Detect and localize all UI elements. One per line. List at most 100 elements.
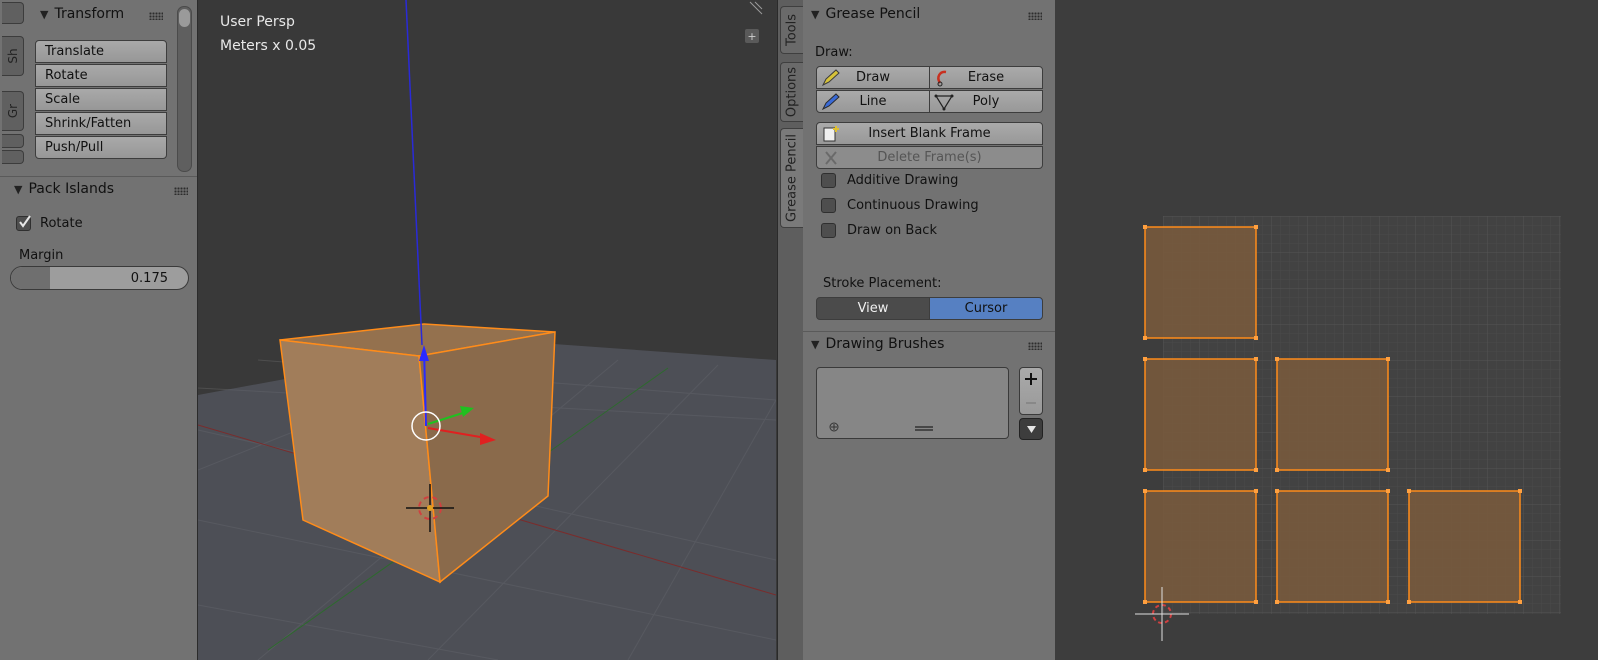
drawing-brushes-panel-header[interactable]: ▼ Drawing Brushes: [811, 336, 944, 352]
tool-shelf-tab-shading[interactable]: Sh: [2, 36, 24, 76]
drawing-brushes-title: Drawing Brushes: [825, 336, 945, 352]
additive-drawing-checkbox[interactable]: [821, 173, 836, 188]
scrollbar-thumb[interactable]: [179, 9, 190, 27]
push-pull-button[interactable]: Push/Pull: [35, 136, 167, 159]
draw-on-back-checkbox[interactable]: [821, 223, 836, 238]
tool-shelf-tab-blank[interactable]: [2, 2, 24, 24]
tab-tools[interactable]: Tools: [780, 6, 803, 54]
checkmark-icon: [19, 215, 31, 228]
shrink-fatten-button[interactable]: Shrink/Fatten: [35, 112, 167, 135]
uv-vertex: [1386, 468, 1390, 472]
uv-vertex: [1275, 357, 1279, 361]
draw-button[interactable]: Draw: [816, 66, 930, 89]
rotate-checkbox-row[interactable]: Rotate: [16, 215, 83, 231]
area-split-handle-icon: [749, 1, 763, 15]
erase-button[interactable]: Erase: [929, 66, 1043, 89]
uv-vertex: [1143, 489, 1147, 493]
minus-icon[interactable]: [1020, 392, 1042, 414]
uv-vertex: [1386, 600, 1390, 604]
tool-shelf-scrollbar[interactable]: [177, 6, 192, 172]
uv-vertex: [1386, 489, 1390, 493]
brush-list-buttons: [1019, 367, 1043, 415]
placement-cursor-button[interactable]: Cursor: [929, 297, 1043, 320]
delete-frames-button[interactable]: Delete Frame(s): [816, 146, 1043, 169]
delete-x-icon: [825, 151, 837, 165]
uv-island-face: [1276, 358, 1389, 471]
uv-editor[interactable]: [1055, 0, 1598, 660]
translate-button[interactable]: Translate: [35, 40, 167, 63]
pencil-icon: [821, 69, 840, 87]
pack-islands-title: Pack Islands: [28, 181, 115, 197]
uv-vertex: [1254, 489, 1258, 493]
tool-properties-region: Tools Options Grease Pencil ▼ Grease Pen…: [777, 0, 1055, 660]
uv-vertex: [1254, 600, 1258, 604]
panel-grip-icon[interactable]: [174, 187, 188, 195]
panel-grip-icon[interactable]: [1028, 12, 1042, 20]
continuous-drawing-label: Continuous Drawing: [847, 198, 979, 213]
uv-island-face: [1144, 226, 1257, 339]
units-label: Meters x 0.05: [220, 38, 317, 54]
panel-grip-icon[interactable]: [1028, 342, 1042, 350]
rotate-checkbox-label: Rotate: [40, 216, 83, 231]
uv-vertex: [1386, 357, 1390, 361]
new-frame-icon: [823, 126, 839, 142]
uv-vertex: [1518, 600, 1522, 604]
collapse-triangle-icon: ▼: [811, 337, 820, 351]
uv-vertex: [1143, 336, 1147, 340]
poly-button[interactable]: Poly: [929, 90, 1043, 113]
continuous-drawing-option[interactable]: Continuous Drawing: [821, 198, 979, 213]
uv-vertex: [1254, 225, 1258, 229]
continuous-drawing-checkbox[interactable]: [821, 198, 836, 213]
additive-drawing-option[interactable]: Additive Drawing: [821, 173, 958, 188]
rotate-button[interactable]: Rotate: [35, 64, 167, 87]
line-pencil-icon: [821, 93, 840, 111]
pack-islands-panel-header[interactable]: ▼ Pack Islands: [14, 181, 114, 197]
brush-list[interactable]: [816, 367, 1009, 439]
grease-pencil-panel-header[interactable]: ▼ Grease Pencil: [811, 6, 920, 22]
list-resize-grip-icon[interactable]: [914, 425, 934, 433]
transform-panel-title: Transform: [54, 6, 125, 22]
svg-text:+: +: [747, 30, 756, 43]
uv-vertex: [1518, 489, 1522, 493]
tool-shelf-tab-extra-2[interactable]: [2, 150, 24, 164]
tool-shelf-tab-extra-1[interactable]: [2, 134, 24, 148]
uv-vertex: [1275, 489, 1279, 493]
margin-slider[interactable]: 0.175: [10, 266, 189, 290]
grease-pencil-title: Grease Pencil: [825, 6, 921, 22]
uv-canvas: [1135, 216, 1561, 641]
scale-button[interactable]: Scale: [35, 88, 167, 111]
poly-icon: [934, 94, 954, 111]
insert-blank-frame-button[interactable]: Insert Blank Frame: [816, 122, 1043, 145]
dropdown-arrow-icon: [1027, 426, 1036, 433]
uv-vertex: [1407, 600, 1411, 604]
viewport-scene: +: [198, 0, 776, 660]
brush-specials-menu-button[interactable]: [1019, 418, 1043, 440]
transform-panel-header[interactable]: ▼ Transform: [40, 6, 124, 22]
margin-label: Margin: [19, 248, 64, 263]
3d-viewport[interactable]: + User Persp Meters x 0.05: [198, 0, 776, 660]
transform-button-column: Translate Rotate Scale Shrink/Fatten Pus…: [35, 40, 167, 160]
tool-shelf-tab-grease[interactable]: Gr: [2, 91, 24, 131]
tab-options[interactable]: Options: [780, 62, 803, 122]
uv-vertex: [1143, 357, 1147, 361]
add-circle-icon[interactable]: [828, 421, 842, 435]
uv-island-face: [1408, 490, 1521, 603]
panel-grip-icon[interactable]: [149, 12, 163, 20]
uv-vertex: [1407, 489, 1411, 493]
plus-icon[interactable]: [1020, 368, 1042, 390]
tab-grease-pencil[interactable]: Grease Pencil: [780, 128, 803, 228]
tool-shelf: Sh Gr ▼ Transform Translate Rotate Scale…: [0, 0, 198, 660]
draw-on-back-label: Draw on Back: [847, 223, 937, 238]
z-axis-line: [405, 0, 423, 346]
uv-island-face: [1276, 490, 1389, 603]
rotate-checkbox[interactable]: [16, 215, 31, 231]
panel-divider: [0, 176, 197, 177]
uv-vertex: [1254, 357, 1258, 361]
line-button[interactable]: Line: [816, 90, 930, 113]
placement-view-button[interactable]: View: [816, 297, 930, 320]
uv-vertex: [1143, 600, 1147, 604]
collapse-triangle-icon: ▼: [40, 7, 49, 21]
margin-slider-fill: [11, 267, 50, 289]
draw-on-back-option[interactable]: Draw on Back: [821, 223, 937, 238]
collapse-triangle-icon: ▼: [811, 7, 820, 21]
